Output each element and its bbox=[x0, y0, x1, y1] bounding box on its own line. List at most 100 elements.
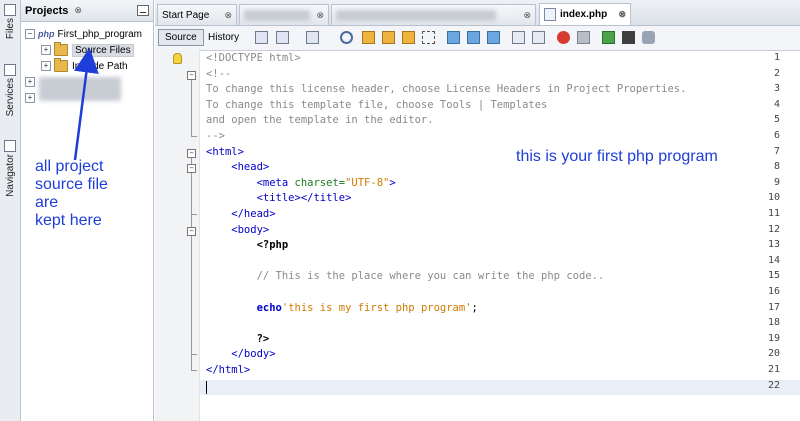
minimize-button[interactable] bbox=[137, 5, 149, 16]
toggle-highlight-icon[interactable] bbox=[422, 31, 435, 44]
collapse-icon[interactable]: − bbox=[25, 29, 35, 39]
annotation-left-line: source file bbox=[35, 176, 108, 193]
line-number: 14 bbox=[767, 254, 780, 266]
redacted-region bbox=[39, 77, 121, 101]
close-icon[interactable]: ⊗ bbox=[74, 5, 82, 16]
project-name: First_php_program bbox=[57, 28, 142, 40]
tree-item-blurred[interactable]: + bbox=[25, 90, 38, 106]
annotation-left-line: kept here bbox=[35, 212, 102, 229]
source-files-label: Source Files bbox=[72, 43, 134, 57]
services-side-tab-label: Services bbox=[4, 78, 16, 117]
history-view-button[interactable]: History bbox=[201, 29, 246, 46]
line-number: 7 bbox=[773, 145, 780, 157]
close-icon[interactable]: ⊗ bbox=[523, 10, 531, 21]
tab-blurred[interactable]: ⊗ bbox=[331, 4, 536, 25]
fold-toggle-icon[interactable]: − bbox=[187, 226, 196, 236]
forward-icon[interactable] bbox=[306, 31, 319, 44]
next-bookmark-icon[interactable] bbox=[467, 31, 480, 44]
source-view-button[interactable]: Source bbox=[158, 29, 204, 46]
line-number: 15 bbox=[767, 270, 780, 282]
fold-toggle-icon[interactable]: − bbox=[187, 70, 196, 80]
line-number: 20 bbox=[767, 348, 780, 360]
fold-toggle-icon[interactable]: − bbox=[187, 164, 196, 174]
navigator-side-tab-label: Navigator bbox=[4, 154, 16, 197]
tab-label: index.php bbox=[560, 9, 608, 20]
fold-guide-end bbox=[191, 354, 197, 356]
line-number: 4 bbox=[773, 98, 780, 110]
code-line: </head> bbox=[206, 208, 276, 220]
line-number: 5 bbox=[773, 114, 780, 126]
line-number: 2 bbox=[773, 67, 780, 79]
fold-toggle-icon[interactable]: − bbox=[187, 148, 196, 158]
database-icon[interactable] bbox=[642, 31, 655, 44]
find-previous-icon[interactable] bbox=[362, 31, 375, 44]
uncomment-icon[interactable] bbox=[622, 31, 635, 44]
line-number: 11 bbox=[767, 208, 780, 219]
tree-root-project[interactable]: − php First_php_program bbox=[25, 26, 142, 42]
prev-bookmark-icon[interactable] bbox=[447, 31, 460, 44]
annotation-left-line: are bbox=[35, 194, 59, 211]
toggle-bookmark-icon[interactable] bbox=[487, 31, 500, 44]
code-line: and open the template in the editor. bbox=[206, 114, 434, 127]
start-macro-icon[interactable] bbox=[557, 31, 570, 44]
tab-start-page[interactable]: Start Page ⊗ bbox=[157, 4, 237, 25]
redacted-region bbox=[336, 9, 496, 21]
files-icon bbox=[4, 4, 16, 16]
code-line: <title></title> bbox=[206, 192, 352, 205]
code-line: <body> bbox=[206, 223, 270, 236]
tree-item-source-files[interactable]: + Source Files bbox=[41, 42, 134, 58]
services-icon bbox=[4, 64, 16, 76]
line-number: 19 bbox=[767, 332, 780, 344]
php-project-icon: php bbox=[38, 29, 55, 39]
shift-right-icon[interactable] bbox=[532, 31, 545, 44]
code-line: </html> bbox=[206, 364, 251, 376]
fold-guide-end bbox=[191, 136, 197, 137]
hint-bulb-icon[interactable] bbox=[173, 53, 182, 64]
close-icon[interactable]: ⊗ bbox=[618, 9, 626, 20]
current-line-highlight bbox=[200, 379, 800, 395]
projects-panel-title: Projects bbox=[25, 4, 69, 17]
editor-toolbar: Source History bbox=[155, 26, 800, 51]
services-side-tab[interactable]: Services bbox=[2, 64, 18, 116]
expand-icon[interactable]: + bbox=[25, 93, 35, 103]
line-number: 6 bbox=[773, 130, 780, 141]
expand-icon[interactable]: + bbox=[41, 45, 51, 55]
line-number: 9 bbox=[773, 176, 780, 188]
fold-guide bbox=[191, 173, 192, 214]
line-number: 12 bbox=[767, 223, 780, 235]
line-number: 22 bbox=[767, 379, 780, 391]
tree-item-include-path[interactable]: + Include Path bbox=[41, 58, 128, 74]
line-number: 10 bbox=[767, 192, 780, 204]
comment-icon[interactable] bbox=[602, 31, 615, 44]
code-line: <?php bbox=[206, 239, 289, 252]
stop-macro-icon[interactable] bbox=[577, 31, 590, 44]
text-caret bbox=[206, 380, 207, 394]
folder-icon bbox=[54, 58, 68, 72]
line-number: 8 bbox=[773, 161, 780, 173]
editor-area: Start Page ⊗ ⊗ ⊗ index.php ⊗ Source Hist… bbox=[155, 0, 800, 421]
back-icon[interactable] bbox=[276, 31, 289, 44]
tab-index-php[interactable]: index.php ⊗ bbox=[539, 3, 631, 25]
code-line: <!DOCTYPE html> bbox=[206, 52, 301, 64]
expand-icon[interactable]: + bbox=[41, 61, 51, 71]
close-icon[interactable]: ⊗ bbox=[316, 10, 324, 21]
find-next-icon[interactable] bbox=[382, 31, 395, 44]
fold-guide bbox=[191, 235, 192, 355]
files-side-tab[interactable]: Files bbox=[2, 4, 18, 39]
navigator-side-tab[interactable]: Navigator bbox=[2, 140, 18, 197]
files-side-tab-label: Files bbox=[4, 18, 16, 40]
find-icon[interactable] bbox=[340, 31, 353, 44]
side-tab-strip: Files Services Navigator bbox=[0, 0, 21, 421]
navigator-icon bbox=[4, 140, 16, 152]
tab-blurred[interactable]: ⊗ bbox=[239, 4, 329, 25]
close-icon[interactable]: ⊗ bbox=[224, 10, 232, 21]
line-number: 1 bbox=[773, 52, 780, 63]
shift-left-icon[interactable] bbox=[512, 31, 525, 44]
last-edit-icon[interactable] bbox=[255, 31, 268, 44]
include-path-label: Include Path bbox=[72, 60, 128, 72]
expand-icon[interactable]: + bbox=[25, 77, 35, 87]
code-line: To change this license header, choose Li… bbox=[206, 83, 687, 96]
find-selection-icon[interactable] bbox=[402, 31, 415, 44]
fold-guide bbox=[191, 79, 192, 136]
tree-item-blurred[interactable]: + bbox=[25, 74, 38, 90]
